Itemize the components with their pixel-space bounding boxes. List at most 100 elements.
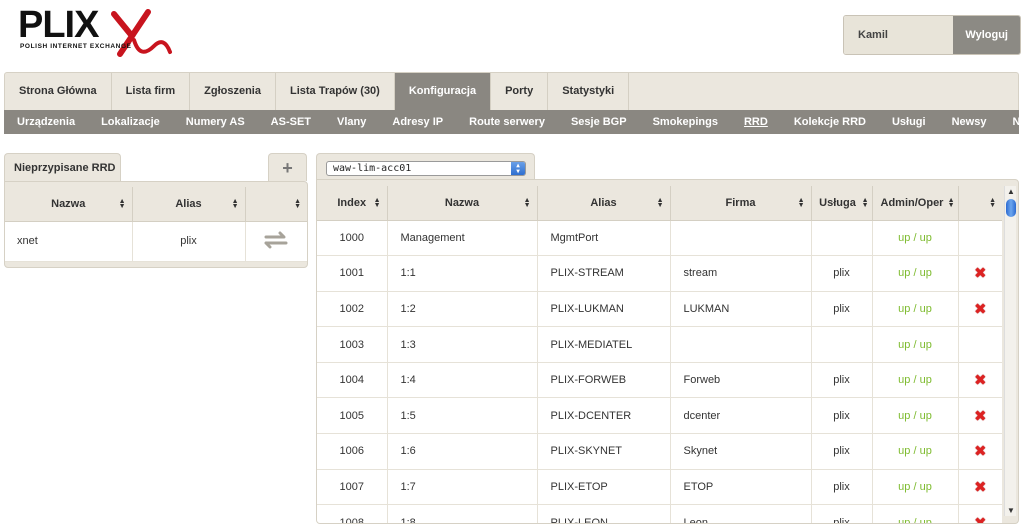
add-button[interactable]: + (268, 153, 307, 181)
cell-usluga: plix (811, 433, 873, 470)
subnav-rrd[interactable]: RRD (731, 116, 781, 128)
column-header-nazwa[interactable]: Nazwa ▲ ▼ (5, 187, 133, 222)
cell-alias: PLIX-ETOP (537, 469, 671, 506)
cell-usluga (811, 220, 873, 257)
cell-admin-oper: up / up (872, 362, 959, 399)
subnav-lokalizacje[interactable]: Lokalizacje (88, 116, 173, 128)
cell-alias: PLIX-SKYNET (537, 433, 671, 470)
table-row[interactable]: 1001 1:1 PLIX-STREAM stream plix up / up ✖ (317, 255, 1002, 292)
cell-action: ✖ (958, 504, 1002, 523)
subnav-uslugi[interactable]: Usługi (879, 116, 939, 128)
table-row[interactable]: 1004 1:4 PLIX-FORWEB Forweb plix up / up ✖ (317, 362, 1002, 399)
column-header-alias[interactable]: Alias ▲ ▼ (132, 187, 246, 222)
table-row[interactable]: 1008 1:8 PLIX-LEON Leon plix up / up ✖ (317, 504, 1002, 523)
delete-icon[interactable]: ✖ (974, 300, 987, 318)
subnav-sesje-bgp[interactable]: Sesje BGP (558, 116, 640, 128)
scroll-up-icon[interactable]: ▲ (1007, 187, 1015, 196)
logo-subtitle: POLISH INTERNET EXCHANGE (20, 43, 132, 50)
subnav-nagios[interactable]: Nagios (999, 116, 1021, 128)
scroll-down-icon[interactable]: ▼ (1007, 506, 1015, 515)
subnav-kolekcje-rrd[interactable]: Kolekcje RRD (781, 116, 879, 128)
tab-statystyki[interactable]: Statystyki (548, 73, 630, 110)
column-header-action[interactable]: ▲ ▼ (958, 186, 1002, 221)
delete-icon[interactable]: ✖ (974, 514, 987, 523)
tab-lista-trapow[interactable]: Lista Trapów (30) (276, 73, 395, 110)
subnav-as-set[interactable]: AS-SET (258, 116, 324, 128)
sort-icon: ▲ ▼ (797, 197, 805, 209)
column-header-alias[interactable]: Alias ▲ ▼ (537, 186, 671, 221)
column-header-admin-oper[interactable]: Admin/Oper ▲ ▼ (872, 186, 959, 221)
subnav-numery-as[interactable]: Numery AS (173, 116, 258, 128)
delete-icon[interactable]: ✖ (974, 407, 987, 425)
cell-usluga: plix (811, 397, 873, 435)
cell-alias: PLIX-STREAM (537, 255, 671, 292)
subnav-adresy-ip[interactable]: Adresy IP (379, 116, 456, 128)
cell-admin-oper: up / up (872, 397, 959, 435)
cell-nazwa: 1:1 (387, 255, 538, 292)
cell-nazwa: 1:5 (387, 397, 538, 435)
subnav-route-serwery[interactable]: Route serwery (456, 116, 558, 128)
cell-nazwa: 1:6 (387, 433, 538, 470)
cell-nazwa: 1:7 (387, 469, 538, 506)
subnav-newsy[interactable]: Newsy (939, 116, 1000, 128)
cell-usluga: plix (811, 469, 873, 506)
cell-action (958, 326, 1002, 363)
rrd-interfaces-panel: Index ▲ ▼ Nazwa ▲ ▼ Alias ▲ ▼ Firma ▲ ▼ Usługa ▲ ▼… (316, 179, 1019, 524)
cell-action: ✖ (958, 255, 1002, 292)
sort-icon: ▲ ▼ (294, 198, 301, 210)
subnav-smokepings[interactable]: Smokepings (640, 116, 731, 128)
tab-konfiguracja[interactable]: Konfiguracja (394, 73, 492, 110)
tab-strona-glowna[interactable]: Strona Główna (5, 73, 112, 110)
table-row[interactable]: 1005 1:5 PLIX-DCENTER dcenter plix up / up ✖ (317, 397, 1002, 435)
logout-button[interactable]: Wyloguj (953, 16, 1020, 54)
delete-icon[interactable]: ✖ (974, 264, 987, 282)
cell-action: ✖ (958, 362, 1002, 399)
column-header-nazwa[interactable]: Nazwa ▲ ▼ (387, 186, 538, 221)
delete-icon[interactable]: ✖ (974, 478, 987, 496)
cell-alias: PLIX-LEON (537, 504, 671, 523)
cell-nazwa: xnet (5, 221, 133, 262)
table-row[interactable]: 1002 1:2 PLIX-LUKMAN LUKMAN plix up / up ✖ (317, 291, 1002, 328)
table-row[interactable]: 1003 1:3 PLIX-MEDIATEL up / up (317, 326, 1002, 363)
table-row[interactable]: xnet plix (5, 221, 307, 262)
table-row[interactable]: 1007 1:7 PLIX-ETOP ETOP plix up / up ✖ (317, 469, 1002, 506)
cell-firma: dcenter (670, 397, 812, 435)
cell-admin-oper: up / up (872, 291, 959, 328)
cell-index: 1000 (317, 220, 388, 257)
cell-action: ✖ (958, 397, 1002, 435)
delete-icon[interactable]: ✖ (974, 442, 987, 460)
cell-usluga: plix (811, 291, 873, 328)
table-row[interactable]: 1006 1:6 PLIX-SKYNET Skynet plix up / up ✖ (317, 433, 1002, 470)
unassigned-rrd-tab[interactable]: Nieprzypisane RRD (4, 153, 121, 181)
plix-logo[interactable]: PLIX POLISH INTERNET EXCHANGE (18, 6, 178, 64)
cell-firma: LUKMAN (670, 291, 812, 328)
tab-porty[interactable]: Porty (491, 73, 549, 110)
tab-zgloszenia[interactable]: Zgłoszenia (190, 73, 276, 110)
vertical-scrollbar[interactable]: ▲ ▼ (1004, 186, 1016, 516)
assign-icon[interactable] (245, 221, 307, 262)
sort-icon: ▲ ▼ (947, 197, 955, 209)
cell-admin-oper: up / up (872, 504, 959, 523)
select-arrows-icon: ▲ ▼ (511, 162, 525, 175)
column-header-action[interactable]: ▲ ▼ (245, 187, 307, 222)
user-name[interactable]: Kamil Grabowski (844, 16, 954, 54)
column-header-index[interactable]: Index ▲ ▼ (317, 186, 388, 221)
column-header-firma[interactable]: Firma ▲ ▼ (670, 186, 812, 221)
cell-firma: Forweb (670, 362, 812, 399)
cell-index: 1007 (317, 469, 388, 506)
tab-lista-firm[interactable]: Lista firm (112, 73, 191, 110)
column-header-usluga[interactable]: Usługa ▲ ▼ (811, 186, 873, 221)
cell-nazwa: 1:8 (387, 504, 538, 523)
device-select-tab: waw-lim-acc01 ▲ ▼ (316, 153, 535, 181)
device-select[interactable]: waw-lim-acc01 ▲ ▼ (326, 161, 526, 176)
subnav-urzadzenia[interactable]: Urządzenia (4, 116, 88, 128)
subnav-vlany[interactable]: Vlany (324, 116, 379, 128)
cell-nazwa: 1:4 (387, 362, 538, 399)
table-row[interactable]: 1000 Management MgmtPort up / up (317, 220, 1002, 257)
scroll-thumb[interactable] (1006, 199, 1016, 217)
cell-alias: MgmtPort (537, 220, 671, 257)
cell-admin-oper: up / up (872, 255, 959, 292)
sort-icon: ▲ ▼ (118, 198, 126, 210)
delete-icon[interactable]: ✖ (974, 371, 987, 389)
unassigned-rrd-panel: Nazwa ▲ ▼ Alias ▲ ▼ ▲ ▼ xnet plix (4, 181, 308, 268)
